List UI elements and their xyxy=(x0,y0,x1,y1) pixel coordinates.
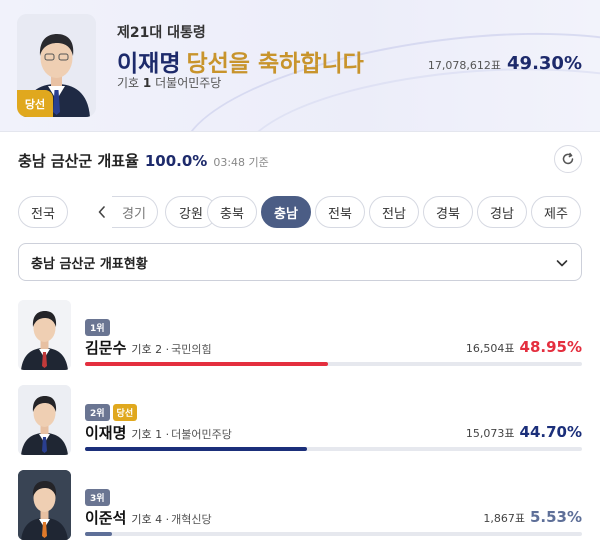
vote-share-fill xyxy=(85,532,113,536)
party-name: 더불어민주당 xyxy=(171,428,232,441)
candidate-result: 16,504표 48.95% xyxy=(466,338,582,356)
candidate-votes: 16,504표 xyxy=(465,342,515,355)
winner-info: 기호 1 더불어민주당 xyxy=(117,74,221,91)
candidate-number: 기호 2 · xyxy=(131,343,170,356)
candidate-info: 이준석 기호 4 · 개혁신당 xyxy=(85,507,212,528)
candidate-info: 이재명 기호 1 · 더불어민주당 xyxy=(85,422,232,443)
winner-result: 17,078,612표 49.30% xyxy=(428,53,582,74)
winner-badge: 당선 xyxy=(112,404,138,421)
candidate-percent: 48.95% xyxy=(519,338,582,356)
tab-national[interactable]: 전국 xyxy=(18,196,68,228)
rank-badges: 1위 xyxy=(85,319,110,336)
candidate-name: 김문수 xyxy=(85,339,127,357)
vote-share-bar xyxy=(85,362,582,366)
tab-jeju[interactable]: 제주 xyxy=(531,196,581,228)
chevron-left-icon xyxy=(98,206,105,218)
rank-badge: 1위 xyxy=(85,319,110,336)
count-time: 03:48 기준 xyxy=(213,156,269,169)
candidate-row[interactable]: 1위 김문수 기호 2 · 국민의힘 16,504표 48.95% xyxy=(0,300,600,380)
candidate-result: 1,867표 5.53% xyxy=(483,508,582,526)
tab-chungbuk[interactable]: 충북 xyxy=(207,196,257,228)
candidate-result: 15,073표 44.70% xyxy=(466,423,582,441)
candidate-number: 1 xyxy=(142,76,152,90)
district-select-value: 충남 금산군 개표현황 xyxy=(31,256,148,272)
tab-gyeonggi[interactable]: 경기 xyxy=(110,196,158,228)
candidate-name: 이준석 xyxy=(85,509,127,527)
count-header: 충남 금산군 개표율 100.0% 03:48 기준 xyxy=(18,150,269,171)
vote-share-bar xyxy=(85,447,582,451)
chevron-down-icon xyxy=(556,260,568,267)
refresh-icon xyxy=(562,152,574,165)
candidate-photo xyxy=(18,470,71,540)
tab-jeonbuk[interactable]: 전북 xyxy=(315,196,365,228)
candidate-info: 김문수 기호 2 · 국민의힘 xyxy=(85,337,212,358)
vote-share-fill xyxy=(85,362,329,366)
tabs-scroll-left-button[interactable] xyxy=(92,196,112,228)
candidate-photo xyxy=(18,300,71,370)
rank-badge: 2위 xyxy=(85,404,110,421)
candidate-percent: 44.70% xyxy=(519,423,582,441)
election-name: 제21대 대통령 xyxy=(117,25,206,41)
candidate-number: 기호 4 · xyxy=(131,513,170,526)
party-name: 더불어민주당 xyxy=(155,76,222,90)
candidate-row[interactable]: 2위 당선 이재명 기호 1 · 더불어민주당 15,073표 44.70% xyxy=(0,385,600,465)
tab-gyeongbuk[interactable]: 경북 xyxy=(423,196,473,228)
rank-badges: 3위 xyxy=(85,489,110,506)
region-count-label: 충남 금산군 개표율 xyxy=(18,152,139,170)
winner-headline: 이재명 당선을 축하합니다 xyxy=(117,44,364,78)
vote-share-fill xyxy=(85,447,308,451)
rank-badges: 2위 당선 xyxy=(85,404,138,421)
refresh-button[interactable] xyxy=(554,145,582,173)
vote-share-bar xyxy=(85,532,582,536)
candidate-name: 이재명 xyxy=(85,424,127,442)
candidate-percent: 5.53% xyxy=(529,508,582,526)
candidate-votes: 1,867표 xyxy=(483,512,525,525)
candidate-number: 기호 1 · xyxy=(131,428,170,441)
tab-gyeongnam[interactable]: 경남 xyxy=(477,196,527,228)
region-tabs: 전국 경기 강원 충북 충남 전북 전남 경북 경남 제주 xyxy=(18,196,584,228)
winner-votes: 17,078,612표 xyxy=(427,59,502,72)
winner-badge: 당선 xyxy=(17,90,53,117)
candidate-row[interactable]: 3위 이준석 기호 4 · 개혁신당 1,867표 5.53% xyxy=(0,470,600,550)
winner-banner: 당선 제21대 대통령 이재명 당선을 축하합니다 기호 1 더불어민주당 17,… xyxy=(0,0,600,132)
party-name: 국민의힘 xyxy=(171,343,212,356)
tab-chungnam[interactable]: 충남 xyxy=(261,196,311,228)
party-name: 개혁신당 xyxy=(171,513,212,526)
candidate-photo xyxy=(18,385,71,455)
number-label: 기호 xyxy=(117,76,140,90)
tab-jeonnam[interactable]: 전남 xyxy=(369,196,419,228)
winner-percent: 49.30% xyxy=(507,53,582,74)
count-rate: 100.0% xyxy=(144,152,208,170)
rank-badge: 3위 xyxy=(85,489,110,506)
district-select[interactable]: 충남 금산군 개표현황 xyxy=(18,243,582,281)
candidate-votes: 15,073표 xyxy=(465,427,515,440)
